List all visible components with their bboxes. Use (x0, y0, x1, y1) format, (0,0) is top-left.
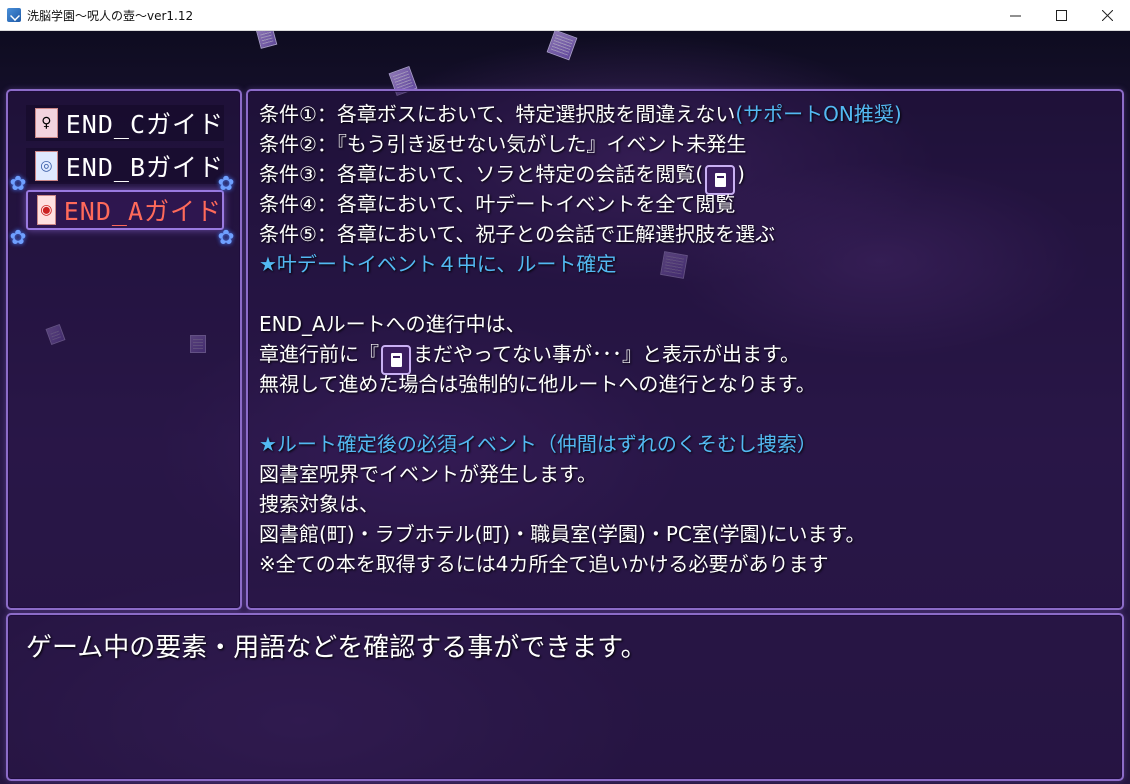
event-place: 図書室呪界でイベントが発生します。 (259, 462, 597, 486)
condition-4: 条件④：各章において、叶デートイベントを全て閲覧 (259, 192, 736, 216)
portrait-c-icon: ♀ (35, 108, 58, 138)
menu-item-label: END_Cガイド (65, 110, 224, 139)
search-targets-label: 捜索対象は、 (259, 492, 379, 516)
condition-1-note: (サポートON推奨) (735, 102, 902, 126)
portrait-b-icon: ◎ (35, 151, 58, 181)
condition-1-text: 条件①：各章ボスにおいて、特定選択肢を間違えない (259, 102, 736, 126)
minimize-icon (1009, 15, 1021, 17)
maximize-button[interactable] (1038, 0, 1084, 31)
help-text: ゲーム中の要素・用語などを確認する事ができます。 (26, 633, 647, 663)
menu-item-end-b[interactable]: ◎ END_Bガイド (26, 148, 224, 184)
ignore-note: 無視して進めた場合は強制的に他ルートへの進行となります。 (259, 372, 816, 396)
progress-intro: END_Aルートへの進行中は、 (259, 312, 526, 336)
portrait-a-icon: ◉ (37, 195, 56, 225)
flower-ornament-icon: ✿ (9, 171, 27, 195)
warning-text-start: 章進行前に『 (259, 342, 379, 366)
window-title: 洗脳学園～呪人の壺～ver1.12 (27, 8, 194, 23)
guide-content-panel: 条件①：各章ボスにおいて、特定選択肢を間違えない(サポートON推奨) 条件②：『… (246, 89, 1124, 610)
floating-card-decoration (546, 31, 578, 61)
search-targets: 図書館(町)・ラブホテル(町)・職員室(学園)・PC室(学園)にいます。 (259, 522, 866, 546)
maximize-icon (1055, 10, 1067, 21)
menu-item-end-a[interactable]: ◉ END_Aガイド (26, 190, 224, 230)
app-icon (7, 8, 21, 22)
all-books-note: ※全ての本を取得するには4カ所全て追いかける必要があります (259, 552, 829, 576)
help-message-panel: ゲーム中の要素・用語などを確認する事ができます。 (6, 613, 1124, 781)
flower-ornament-icon: ✿ (217, 225, 235, 249)
flower-ornament-icon: ✿ (217, 171, 235, 195)
condition-1: 条件①：各章ボスにおいて、特定選択肢を間違えない(サポートON推奨) (259, 99, 902, 129)
condition-3-text: 条件③：各章において、ソラと特定の会話を閲覧( (259, 162, 704, 186)
floating-card-decoration (255, 31, 278, 49)
game-screen: ♀ END_Cガイド ◎ END_Bガイド ◉ END_Aガイド ✿ ✿ ✿ ✿… (0, 31, 1130, 784)
window-controls (992, 0, 1130, 31)
close-button[interactable] (1084, 0, 1130, 31)
route-fix-note: ★叶デートイベント４中に、ルート確定 (259, 252, 617, 276)
menu-item-label: END_Aガイド (63, 197, 222, 226)
flower-ornament-icon: ✿ (9, 225, 27, 249)
condition-3-close: ) (737, 162, 745, 186)
minimize-button[interactable] (992, 0, 1038, 31)
menu-item-label: END_Bガイド (65, 153, 224, 182)
guide-menu-panel: ♀ END_Cガイド ◎ END_Bガイド ◉ END_Aガイド ✿ ✿ ✿ ✿ (6, 89, 242, 610)
required-event-heading: ★ルート確定後の必須イベント（仲間はずれのくそむし捜索） (259, 432, 817, 456)
condition-2: 条件②：『もう引き返せない気がした』イベント未発生 (259, 132, 747, 156)
window-titlebar: 洗脳学園～呪人の壺～ver1.12 (0, 0, 1130, 31)
warning-text-end: まだやってない事が･･･』と表示が出ます。 (413, 342, 800, 366)
menu-item-end-c[interactable]: ♀ END_Cガイド (26, 105, 224, 141)
condition-5: 条件⑤：各章において、祝子との会話で正解選択肢を選ぶ (259, 222, 776, 246)
close-icon (1101, 10, 1113, 21)
